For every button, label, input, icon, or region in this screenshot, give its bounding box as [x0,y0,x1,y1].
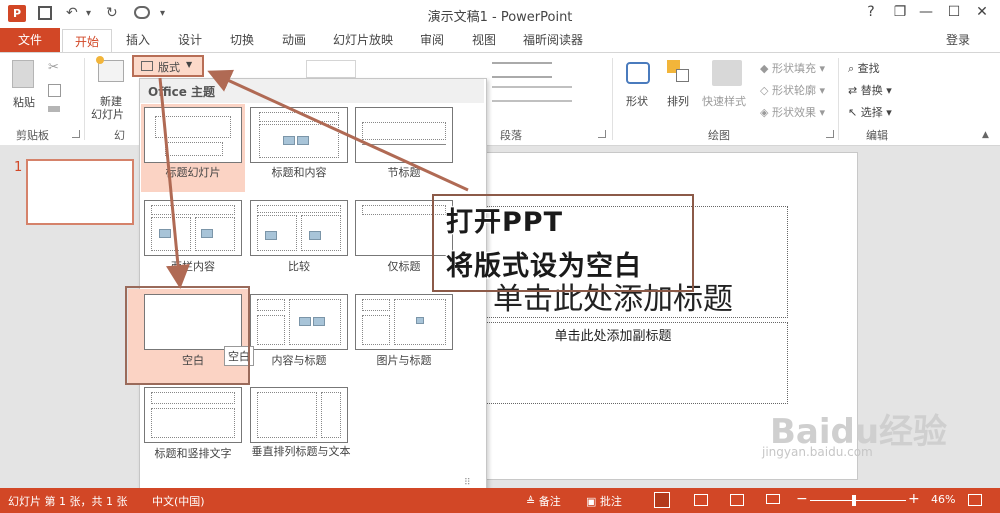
comments-button[interactable]: ▣ 批注 [586,493,622,509]
zoom-out-icon[interactable]: − [796,491,808,507]
zoom-slider-handle[interactable] [852,495,856,506]
annotation-line-1: 打开PPT [446,207,563,238]
zoom-slider-track[interactable] [810,500,906,501]
slide-sorter-icon[interactable] [694,494,708,506]
comment-icon: ▣ [586,495,597,508]
slide-count-status: 幻灯片 第 1 张，共 1 张 [8,495,128,508]
notes-icon: ≜ [526,495,536,508]
slideshow-view-icon[interactable] [766,494,780,504]
fit-to-window-icon[interactable] [968,494,982,506]
zoom-in-icon[interactable]: + [908,491,920,507]
normal-view-icon[interactable] [654,492,670,508]
baidu-watermark-url: jingyan.baidu.com [762,445,873,459]
language-status[interactable]: 中文(中国) [152,493,205,509]
zoom-level[interactable]: 46% [931,493,955,506]
annotation-line-2: 将版式设为空白 [446,251,642,282]
notes-button[interactable]: ≜ 备注 [526,493,561,509]
reading-view-icon[interactable] [730,494,744,506]
